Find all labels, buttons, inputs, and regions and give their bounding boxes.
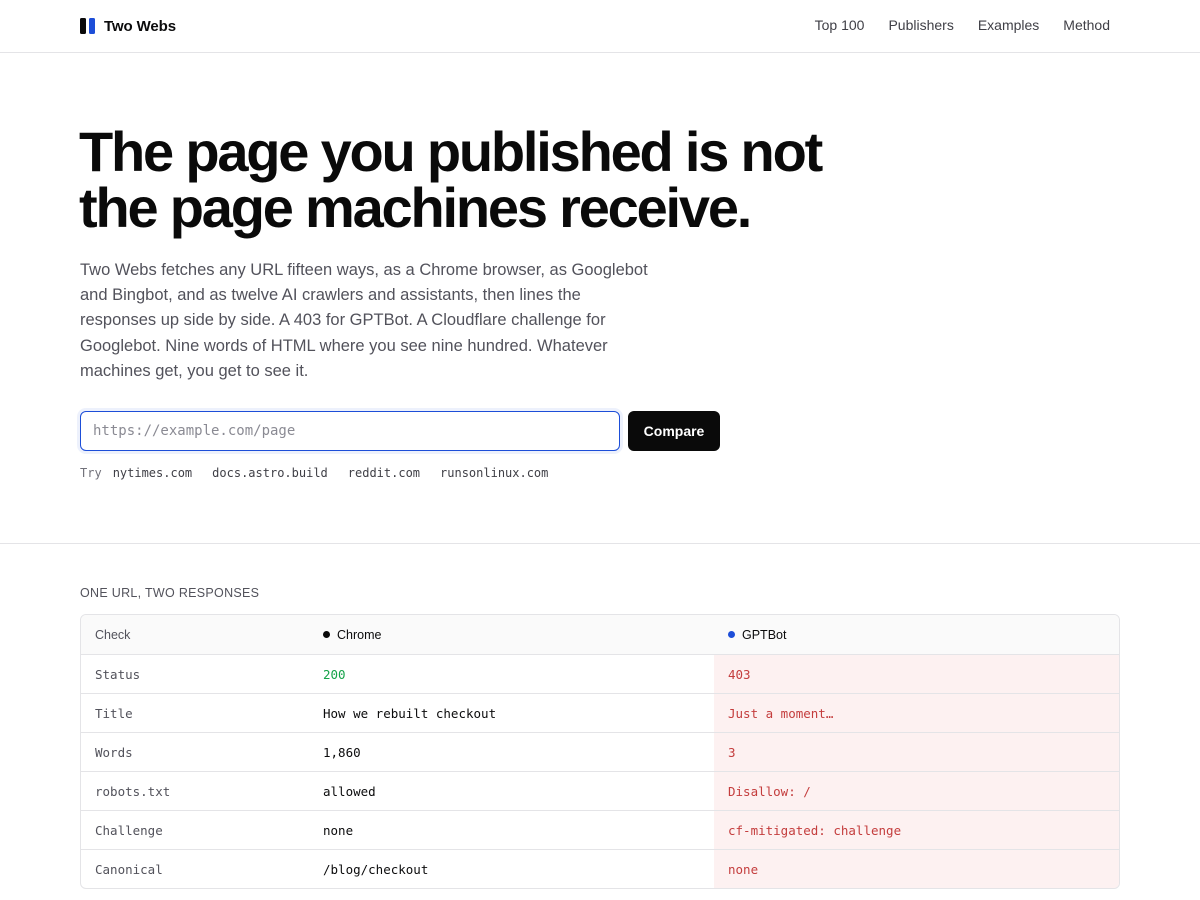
two-bars-logo-icon (80, 18, 95, 34)
header-gptbot: GPTBot (714, 615, 1119, 654)
hero-title-line-2: the page machines receive. (79, 176, 752, 239)
header-gptbot-label: GPTBot (742, 627, 787, 642)
table-row-title: Title How we rebuilt checkout Just a mom… (81, 693, 1119, 732)
check-label: Status (95, 666, 141, 682)
header-chrome: Chrome (309, 615, 714, 654)
hero-title: The page you published is not the page m… (79, 124, 879, 236)
chrome-value: none (323, 822, 354, 838)
gptbot-value: cf-mitigated: challenge (714, 811, 1119, 849)
top-header: Two Webs Top 100 Publishers Examples Met… (0, 0, 1200, 53)
try-link-astro-docs[interactable]: docs.astro.build (212, 466, 328, 480)
brand-home-link[interactable]: Two Webs (80, 16, 176, 36)
try-link-reddit[interactable]: reddit.com (348, 466, 420, 480)
check-label: Title (95, 705, 133, 721)
url-input[interactable] (80, 411, 620, 451)
try-examples: Try nytimes.com docs.astro.build reddit.… (80, 466, 548, 480)
brand-name: Two Webs (104, 17, 176, 35)
nav-method[interactable]: Method (1063, 17, 1110, 33)
compare-button[interactable]: Compare (628, 411, 720, 451)
section-divider (0, 543, 1200, 544)
gptbot-value: none (714, 850, 1119, 888)
table-row-status: Status 200 403 (81, 654, 1119, 693)
hero-description: Two Webs fetches any URL fifteen ways, a… (80, 261, 648, 380)
comparison-section-label: ONE URL, TWO RESPONSES (80, 586, 260, 600)
table-header-row: Check Chrome GPTBot (81, 615, 1119, 654)
chrome-value: allowed (323, 783, 376, 799)
hero-title-line-1: The page you published is not (79, 120, 823, 183)
nav-examples[interactable]: Examples (978, 17, 1039, 33)
chrome-value: 200 (323, 666, 346, 682)
chrome-dot-icon (323, 631, 330, 638)
gptbot-value: 3 (714, 733, 1119, 771)
gptbot-value: 403 (714, 655, 1119, 693)
main-nav: Top 100 Publishers Examples Method (815, 17, 1110, 33)
gptbot-dot-icon (728, 631, 735, 638)
try-link-runsonlinux[interactable]: runsonlinux.com (440, 466, 548, 480)
table-row-words: Words 1,860 3 (81, 732, 1119, 771)
table-row-challenge: Challenge none cf-mitigated: challenge (81, 810, 1119, 849)
table-row-robots: robots.txt allowed Disallow: / (81, 771, 1119, 810)
chrome-value: 1,860 (323, 744, 361, 760)
nav-publishers[interactable]: Publishers (888, 17, 953, 33)
gptbot-value: Just a moment… (714, 694, 1119, 732)
header-chrome-label: Chrome (337, 627, 382, 642)
chrome-value: How we rebuilt checkout (323, 705, 497, 721)
check-label: Canonical (95, 861, 163, 877)
comparison-table: Check Chrome GPTBot Status 200 403 Title… (80, 614, 1120, 889)
check-label: robots.txt (95, 783, 171, 799)
try-link-nytimes[interactable]: nytimes.com (113, 466, 192, 480)
check-label: Challenge (95, 822, 163, 838)
nav-top-100[interactable]: Top 100 (815, 17, 865, 33)
gptbot-value: Disallow: / (714, 772, 1119, 810)
table-row-canonical: Canonical /blog/checkout none (81, 849, 1119, 888)
try-label: Try (80, 466, 102, 480)
header-check: Check (95, 627, 131, 642)
check-label: Words (95, 744, 133, 760)
chrome-value: /blog/checkout (323, 861, 429, 877)
